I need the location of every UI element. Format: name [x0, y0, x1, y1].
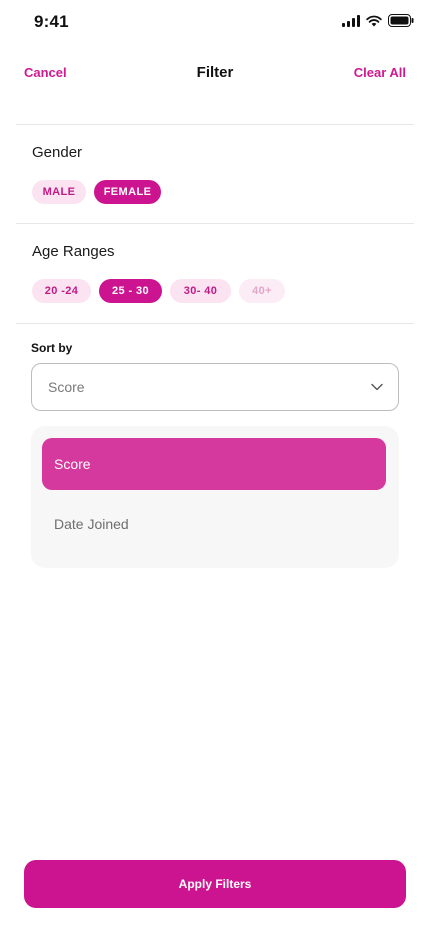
wifi-icon	[366, 15, 382, 26]
chip-age-40-plus[interactable]: 40+	[239, 279, 285, 303]
sort-option-score[interactable]: Score	[42, 438, 386, 490]
sort-select-value: Score	[48, 379, 85, 395]
chip-age-30-40[interactable]: 30- 40	[170, 279, 231, 303]
clear-all-button[interactable]: Clear All	[354, 65, 406, 80]
age-ranges-title: Age Ranges	[32, 243, 115, 260]
signal-icon	[342, 14, 360, 27]
chevron-down-icon	[371, 383, 383, 391]
battery-icon	[388, 14, 414, 27]
sort-by-label: Sort by	[31, 341, 73, 355]
chip-age-25-30[interactable]: 25 - 30	[99, 279, 162, 303]
chip-gender-female[interactable]: FEMALE	[94, 180, 161, 204]
status-icons	[342, 14, 414, 27]
apply-filters-button[interactable]: Apply Filters	[24, 860, 406, 908]
divider	[16, 223, 414, 224]
sort-select[interactable]: Score	[31, 363, 399, 411]
chip-age-20-24[interactable]: 20 -24	[32, 279, 91, 303]
chip-gender-male[interactable]: MALE	[32, 180, 86, 204]
sort-option-date-joined[interactable]: Date Joined	[42, 498, 386, 550]
status-time: 9:41	[34, 12, 69, 31]
divider	[16, 124, 414, 125]
sort-options-list: Score Date Joined	[31, 426, 399, 568]
divider	[16, 323, 414, 324]
gender-title: Gender	[32, 144, 83, 161]
